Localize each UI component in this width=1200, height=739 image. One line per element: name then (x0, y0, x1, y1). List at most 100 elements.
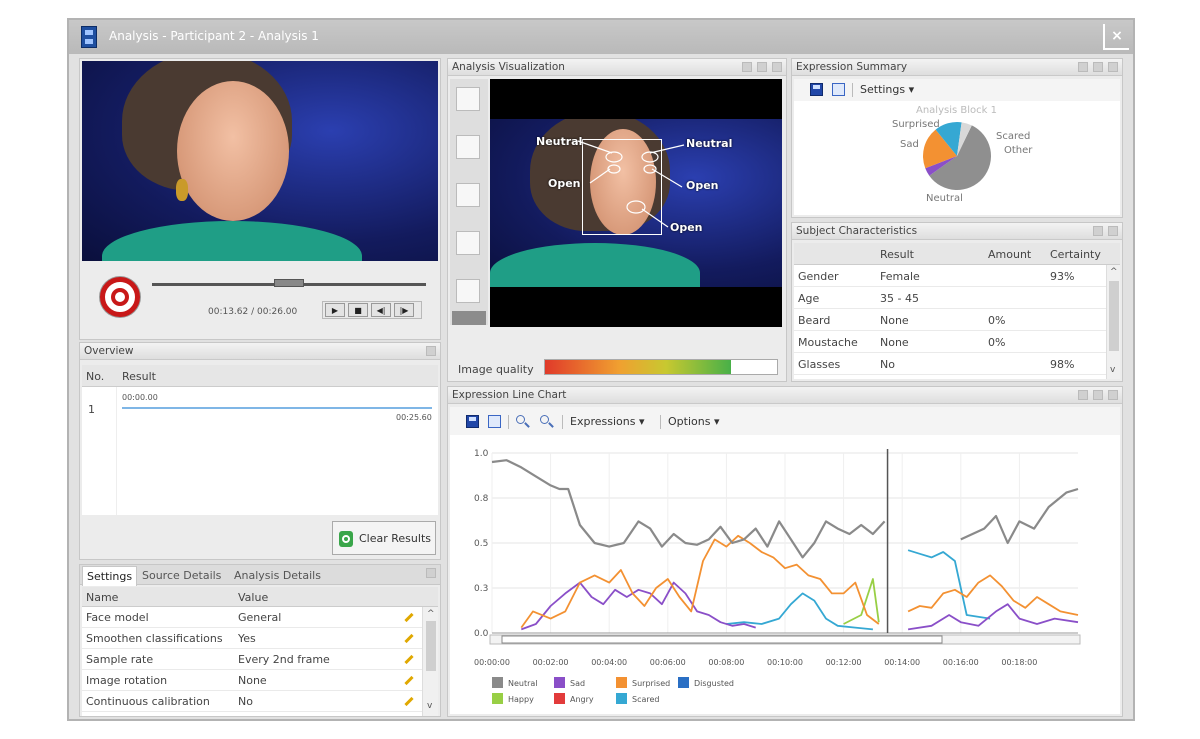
tab-source-details[interactable]: Source Details (138, 566, 225, 585)
settings-row[interactable]: Face model General (82, 607, 422, 628)
setting-name: Smoothen classifications (86, 632, 223, 645)
panel-pin-icon[interactable] (1078, 390, 1088, 400)
column-certainty: Certainty (1050, 248, 1101, 261)
subject-scrollbar[interactable]: ^ v (1106, 265, 1120, 379)
previous-frame-button[interactable]: ◀| (371, 303, 391, 317)
legend-swatch (678, 677, 689, 688)
time-display: 00:13.62 / 00:26.00 (208, 307, 298, 317)
panel-minimize-icon[interactable] (426, 346, 436, 356)
image-quality-meter (544, 359, 778, 375)
features-tool-icon[interactable] (456, 231, 480, 255)
tab-analysis-details[interactable]: Analysis Details (230, 566, 325, 585)
characteristic-result: No (880, 358, 895, 371)
save-icon[interactable] (466, 415, 479, 428)
edit-pencil-icon[interactable] (404, 633, 414, 644)
legend-swatch (554, 693, 565, 704)
panel-close-icon[interactable] (1108, 390, 1118, 400)
panel-pin-icon[interactable] (742, 62, 752, 72)
stop-button[interactable]: ■ (348, 303, 368, 317)
setting-name: Image rotation (86, 674, 168, 687)
settings-panel: Settings Source Details Analysis Details… (79, 564, 441, 717)
subject-row[interactable]: Moustache None 0% (794, 331, 1106, 353)
app-icon (81, 26, 97, 48)
scroll-down-icon[interactable]: v (1110, 365, 1115, 375)
subject-row[interactable]: Gender Female 93% (794, 265, 1106, 287)
subject-row[interactable]: Beard None 0% (794, 309, 1106, 331)
summary-toolbar: Settings ▾ (794, 79, 1120, 101)
visualization-tool-strip (450, 79, 488, 325)
scrollbar-thumb[interactable] (426, 621, 436, 671)
subject-face (177, 81, 289, 221)
panel-pin-icon[interactable] (1078, 62, 1088, 72)
scroll-up-icon[interactable]: ^ (1110, 267, 1118, 277)
pie-label-other: Other (1004, 145, 1033, 156)
edit-pencil-icon[interactable] (404, 675, 414, 686)
options-menu[interactable]: Options ▾ (668, 415, 719, 428)
panel-menu-icon[interactable] (757, 62, 767, 72)
play-button[interactable]: ▶ (325, 303, 345, 317)
summary-settings-menu[interactable]: Settings ▾ (860, 83, 914, 96)
settings-row[interactable]: Continuous calibration No (82, 691, 422, 712)
grid-tool-icon[interactable] (456, 279, 480, 303)
panel-menu-icon[interactable] (1093, 62, 1103, 72)
video-frame[interactable] (82, 61, 438, 261)
panel-close-icon[interactable] (1108, 226, 1118, 236)
clear-results-button[interactable]: Clear Results (332, 521, 436, 555)
record-button[interactable] (100, 277, 140, 317)
panel-minimize-icon[interactable] (426, 568, 436, 578)
overview-title: Overview (84, 345, 134, 357)
copy-icon[interactable] (832, 83, 845, 96)
tab-settings[interactable]: Settings (82, 566, 138, 586)
landmark-overlay (577, 140, 685, 228)
y-tick-label: 0.3 (474, 584, 488, 594)
settings-menu-label: Settings (860, 83, 906, 96)
next-frame-button[interactable]: |▶ (394, 303, 414, 317)
expression-summary-panel: Expression Summary Settings ▾ Analysis B… (791, 58, 1123, 218)
legend-swatch (554, 677, 565, 688)
face-tool-icon[interactable] (456, 183, 480, 207)
scroll-up-icon[interactable]: ^ (427, 609, 435, 619)
subject-row[interactable]: Glasses No 98% (794, 353, 1106, 375)
visualization-frame[interactable]: Neutral Neutral Open Open Open (490, 79, 782, 327)
settings-scrollbar[interactable]: ^ v (422, 607, 438, 716)
zoom-out-icon[interactable] (540, 415, 549, 424)
linechart-header: Expression Line Chart (448, 387, 1122, 404)
characteristic-result: None (880, 336, 909, 349)
settings-row[interactable]: Smoothen classifications Yes (82, 628, 422, 649)
frame-tool-icon[interactable] (456, 87, 480, 111)
series-line-scared (726, 592, 873, 631)
panel-menu-icon[interactable] (1093, 226, 1103, 236)
characteristic-name: Age (798, 292, 820, 305)
toolbar-separator (562, 415, 563, 429)
legend-label: Neutral (508, 679, 538, 688)
settings-row[interactable]: Image rotation None (82, 670, 422, 691)
panel-close-icon[interactable] (1108, 62, 1118, 72)
edit-pencil-icon[interactable] (404, 696, 414, 707)
panel-close-icon[interactable] (772, 62, 782, 72)
image-quality-label: Image quality (458, 363, 534, 376)
overview-row[interactable]: 1 00:00.00 00:25.60 (82, 387, 438, 427)
setting-name: Continuous calibration (86, 695, 210, 708)
scrollbar-thumb[interactable] (1109, 281, 1119, 351)
save-icon[interactable] (810, 83, 823, 96)
settings-row[interactable]: Sample rate Every 2nd frame (82, 649, 422, 670)
column-result: Result (122, 370, 156, 383)
legend-label: Sad (570, 679, 585, 688)
expressions-menu[interactable]: Expressions ▾ (570, 415, 644, 428)
edit-pencil-icon[interactable] (404, 612, 414, 623)
overview-column-header: No. Result (82, 365, 438, 387)
subject-row[interactable]: Age 35 - 45 (794, 287, 1106, 309)
edit-pencil-icon[interactable] (404, 654, 414, 665)
panel-menu-icon[interactable] (1093, 390, 1103, 400)
subject-list: Gender Female 93% Age 35 - 45 Beard None… (794, 265, 1106, 379)
legend-label: Angry (570, 695, 594, 704)
video-player-panel: 00:13.62 / 00:26.00 ▶ ■ ◀| |▶ (79, 58, 441, 340)
subject-column-header: Result Amount Certainty (794, 243, 1120, 265)
scroll-down-icon[interactable]: v (427, 701, 432, 711)
close-button[interactable]: × (1103, 24, 1129, 50)
face-mesh-tool-icon[interactable] (456, 135, 480, 159)
row-timeline-bar[interactable] (122, 407, 432, 409)
zoom-in-icon[interactable] (516, 415, 525, 424)
copy-icon[interactable] (488, 415, 501, 428)
playback-slider-thumb[interactable] (274, 279, 304, 287)
